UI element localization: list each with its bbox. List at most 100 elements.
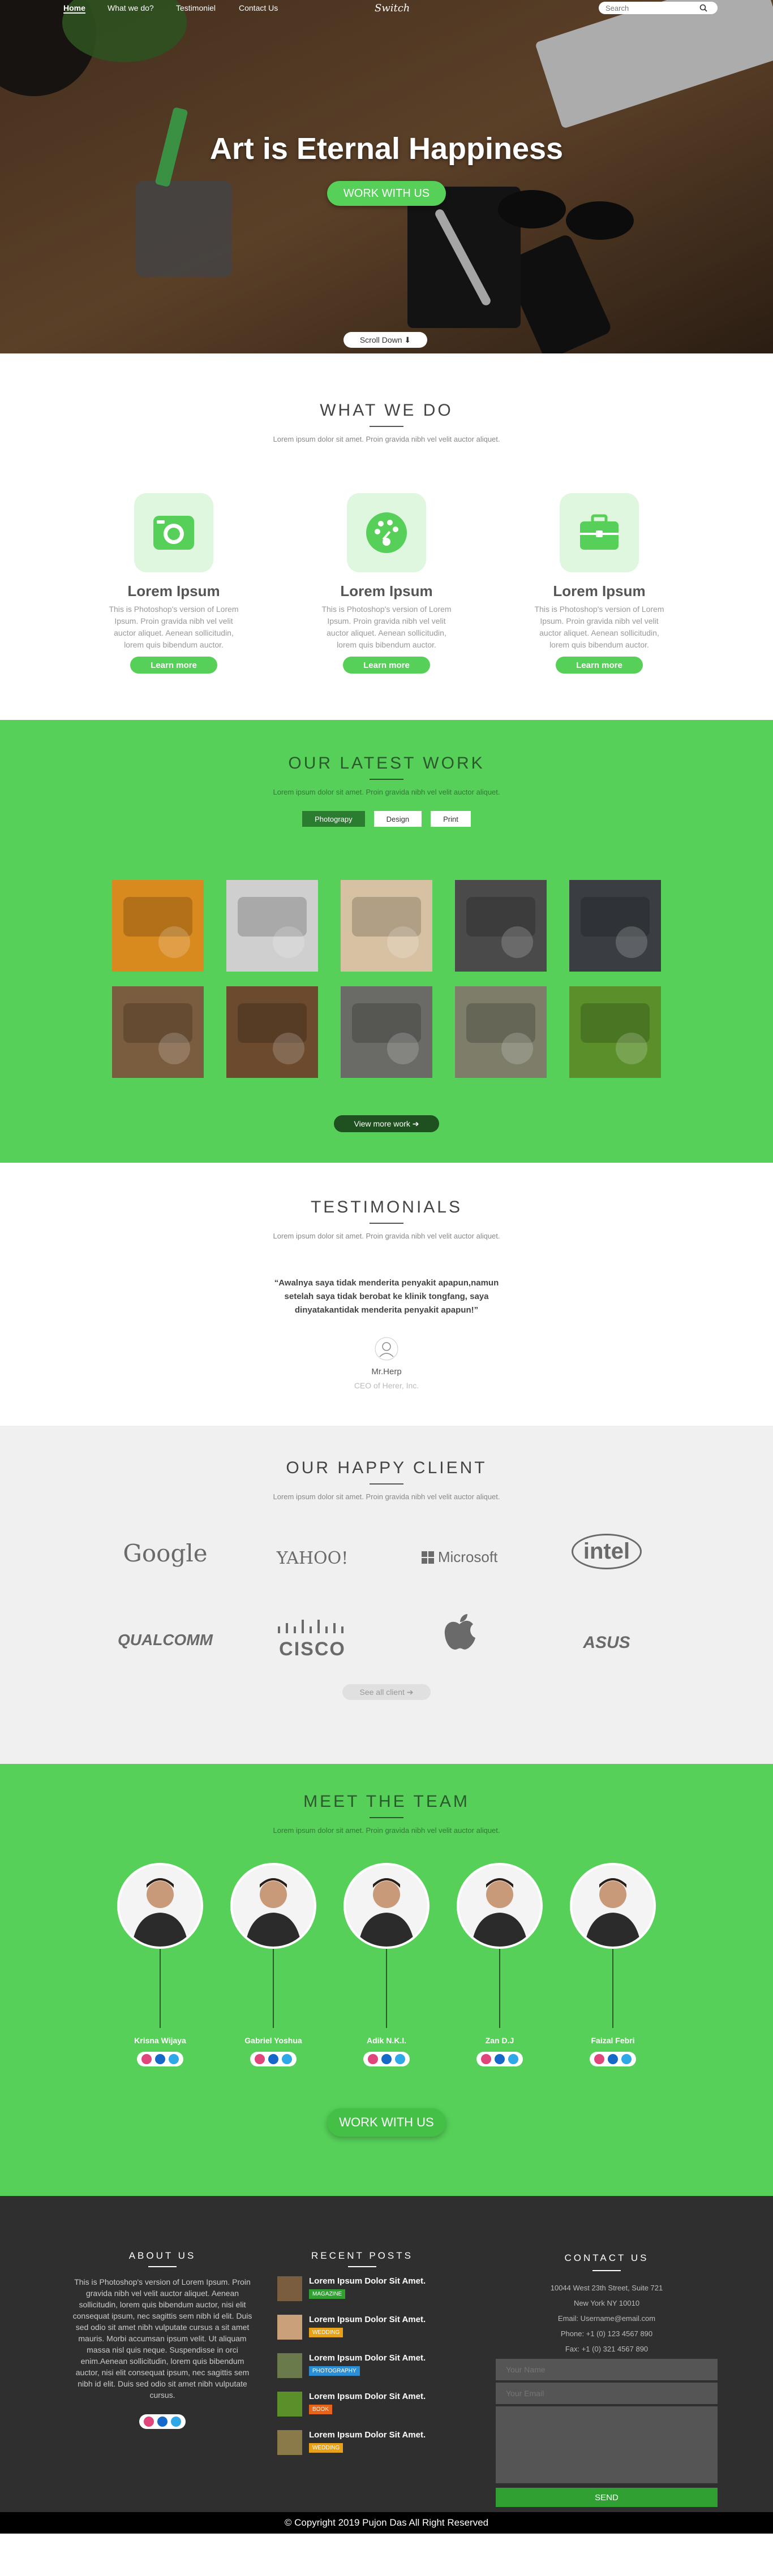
clients-section: OUR HAPPY CLIENT Lorem ipsum dolor sit a… <box>0 1426 773 1764</box>
team-member: Zan D.J <box>454 1863 545 2067</box>
section-title: MEET THE TEAM <box>303 1792 470 1811</box>
portfolio-grid <box>0 880 773 1078</box>
linkedin-icon[interactable] <box>155 2054 165 2064</box>
work-with-us-button[interactable]: WORK WITH US <box>327 181 446 206</box>
scroll-down-button[interactable]: Scroll Down ⬇ <box>343 332 427 348</box>
twitter-icon[interactable] <box>169 2054 179 2064</box>
avatar <box>457 1863 543 1949</box>
section-subtitle: Lorem ipsum dolor sit amet. Proin gravid… <box>273 1492 500 1501</box>
recent-post[interactable]: Lorem Ipsum Dolor Sit Amet. BOOK <box>277 2392 447 2417</box>
message-field[interactable] <box>496 2406 718 2483</box>
contact-phone: Phone: +1 (0) 123 4567 890 <box>560 2329 653 2338</box>
learn-more-button[interactable]: Learn more <box>556 657 643 674</box>
microsoft-icon <box>421 1551 434 1564</box>
recent-post[interactable]: Lorem Ipsum Dolor Sit Amet. PHOTOGRAPHY <box>277 2353 447 2378</box>
portfolio-item[interactable] <box>112 880 204 972</box>
filter-design-button[interactable]: Design <box>373 811 422 827</box>
nav-testimonial-link[interactable]: Testimoniel <box>176 3 216 12</box>
post-tag[interactable]: WEDDING <box>309 2328 343 2337</box>
dribbble-icon[interactable] <box>481 2054 491 2064</box>
view-more-work-button[interactable]: View more work ➔ <box>334 1115 439 1132</box>
portfolio-item[interactable] <box>112 986 204 1078</box>
post-title[interactable]: Lorem Ipsum Dolor Sit Amet. <box>309 2392 426 2401</box>
site-logo[interactable]: Switch <box>375 2 410 14</box>
portfolio-item[interactable] <box>569 986 661 1078</box>
portfolio-item[interactable] <box>341 986 432 1078</box>
recent-post[interactable]: Lorem Ipsum Dolor Sit Amet. WEDDING <box>277 2315 447 2340</box>
post-title[interactable]: Lorem Ipsum Dolor Sit Amet. <box>309 2315 426 2324</box>
nav-contact-link[interactable]: Contact Us <box>239 3 278 12</box>
portfolio-item[interactable] <box>341 880 432 972</box>
post-tag[interactable]: MAGAZINE <box>309 2289 346 2299</box>
contact-column: CONTACT US 10044 West 23th Street, Suite… <box>496 2250 718 2507</box>
portfolio-item[interactable] <box>226 880 318 972</box>
post-thumbnail <box>277 2315 302 2340</box>
post-tag[interactable]: WEDDING <box>309 2443 343 2453</box>
team-member: Faizal Febri <box>568 1863 658 2067</box>
services-row: Lorem Ipsum This is Photoshop's version … <box>0 493 773 674</box>
linkedin-icon[interactable] <box>157 2417 168 2427</box>
top-nav: Home What we do? Testimoniel Contact Us … <box>0 0 773 16</box>
connector-line <box>386 1949 387 2028</box>
post-title[interactable]: Lorem Ipsum Dolor Sit Amet. <box>309 2430 426 2440</box>
post-title[interactable]: Lorem Ipsum Dolor Sit Amet. <box>309 2276 426 2286</box>
social-links <box>139 2414 186 2429</box>
client-logo-qualcomm: QUALCOMM <box>118 1631 213 1649</box>
learn-more-button[interactable]: Learn more <box>130 657 217 674</box>
twitter-icon[interactable] <box>395 2054 405 2064</box>
twitter-icon[interactable] <box>171 2417 181 2427</box>
filter-print-button[interactable]: Print <box>431 811 471 827</box>
briefcase-icon <box>580 514 619 550</box>
portfolio-item[interactable] <box>455 880 547 972</box>
title-divider <box>370 426 403 427</box>
twitter-icon[interactable] <box>282 2054 292 2064</box>
learn-more-button[interactable]: Learn more <box>343 657 430 674</box>
post-tag[interactable]: PHOTOGRAPHY <box>309 2366 360 2376</box>
nav-home-link[interactable]: Home <box>63 3 85 14</box>
name-field[interactable] <box>496 2359 718 2380</box>
search-icon[interactable] <box>699 4 707 12</box>
member-name: Adik N.K.I. <box>366 2036 406 2045</box>
portfolio-item[interactable] <box>569 880 661 972</box>
dribbble-icon[interactable] <box>141 2054 152 2064</box>
dribbble-icon[interactable] <box>368 2054 378 2064</box>
dribbble-icon[interactable] <box>594 2054 604 2064</box>
work-with-us-button[interactable]: WORK WITH US <box>327 2108 446 2137</box>
see-all-client-button[interactable]: See all client ➔ <box>342 1684 431 1700</box>
hero-background-image <box>0 0 773 353</box>
portfolio-item[interactable] <box>455 986 547 1078</box>
post-title[interactable]: Lorem Ipsum Dolor Sit Amet. <box>309 2353 426 2363</box>
send-button[interactable]: SEND <box>496 2488 718 2507</box>
linkedin-icon[interactable] <box>608 2054 618 2064</box>
member-name: Gabriel Yoshua <box>244 2036 302 2045</box>
apple-icon <box>444 1614 475 1650</box>
contact-city: New York NY 10010 <box>573 2299 640 2307</box>
heading-divider <box>592 2270 621 2271</box>
avatar <box>230 1863 316 1949</box>
client-logo-apple <box>403 1613 516 1655</box>
recent-post[interactable]: Lorem Ipsum Dolor Sit Amet. WEDDING <box>277 2430 447 2455</box>
service-card: Lorem Ipsum This is Photoshop's version … <box>106 493 242 674</box>
linkedin-icon[interactable] <box>381 2054 392 2064</box>
section-title: WHAT WE DO <box>320 401 453 420</box>
linkedin-icon[interactable] <box>268 2054 278 2064</box>
avatar <box>570 1863 656 1949</box>
work-filters: Photograpy Design Print <box>0 811 773 827</box>
dribbble-icon[interactable] <box>255 2054 265 2064</box>
post-tag[interactable]: BOOK <box>309 2405 332 2414</box>
hero-section: Home What we do? Testimoniel Contact Us … <box>0 0 773 353</box>
portfolio-item[interactable] <box>226 986 318 1078</box>
social-links <box>590 2052 636 2066</box>
service-card: Lorem Ipsum This is Photoshop's version … <box>531 493 667 674</box>
heading-divider <box>348 2266 376 2267</box>
twitter-icon[interactable] <box>621 2054 632 2064</box>
twitter-icon[interactable] <box>508 2054 518 2064</box>
dribbble-icon[interactable] <box>144 2417 154 2427</box>
recent-post[interactable]: Lorem Ipsum Dolor Sit Amet. MAGAZINE <box>277 2276 447 2301</box>
nav-what-we-do-link[interactable]: What we do? <box>108 3 154 12</box>
about-us-column: ABOUT US This is Photoshop's version of … <box>70 2250 255 2430</box>
email-field[interactable] <box>496 2383 718 2404</box>
social-links <box>363 2052 410 2066</box>
filter-photography-button[interactable]: Photograpy <box>302 811 365 827</box>
linkedin-icon[interactable] <box>495 2054 505 2064</box>
